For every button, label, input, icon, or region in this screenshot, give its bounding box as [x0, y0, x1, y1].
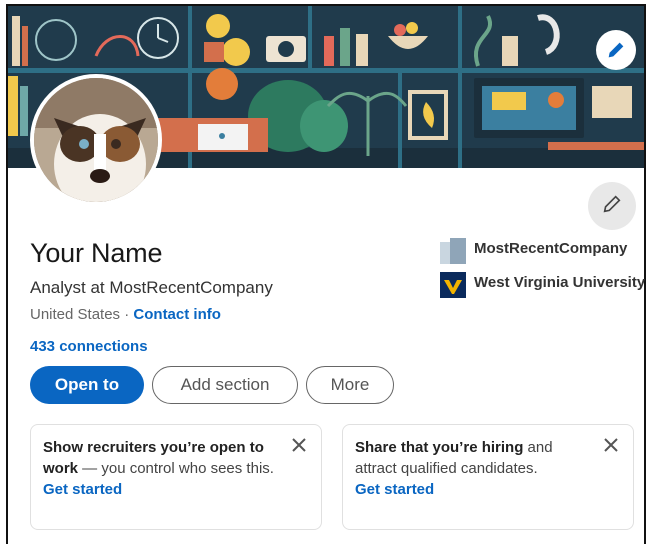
- pencil-icon: [605, 39, 627, 61]
- pencil-icon: [601, 193, 623, 220]
- school-name: West Virginia University: [474, 274, 646, 291]
- profile-photo[interactable]: [30, 74, 162, 206]
- edit-profile-button[interactable]: [588, 182, 636, 230]
- more-button[interactable]: More: [306, 366, 394, 404]
- education-school[interactable]: West Virginia University: [440, 272, 647, 298]
- get-started-link[interactable]: Get started: [355, 479, 595, 500]
- profile-name: Your Name: [30, 238, 163, 268]
- hiring-card: Share that you’re hiring and attract qua…: [342, 424, 634, 530]
- profile-card: Your Name Analyst at MostRecentCompany U…: [6, 4, 646, 544]
- profile-actions: Open to Add section More: [30, 366, 394, 404]
- location-text: United States: [30, 306, 121, 323]
- company-name: MostRecentCompany: [474, 240, 628, 257]
- open-to-button[interactable]: Open to: [30, 366, 144, 404]
- profile-location-line: United States · Contact info: [30, 306, 221, 323]
- current-company[interactable]: MostRecentCompany: [440, 238, 647, 264]
- add-section-button[interactable]: Add section: [152, 366, 298, 404]
- open-to-work-card: Show recruiters you’re open to work — yo…: [30, 424, 322, 530]
- get-started-link[interactable]: Get started: [43, 479, 283, 500]
- close-icon[interactable]: [289, 435, 309, 455]
- profile-headline: Analyst at MostRecentCompany: [30, 278, 273, 297]
- wvu-logo-icon: [440, 272, 466, 298]
- close-icon[interactable]: [601, 435, 621, 455]
- banner-edit-button[interactable]: [596, 30, 636, 70]
- company-logo-icon: [440, 238, 466, 264]
- connections-link[interactable]: 433 connections: [30, 338, 148, 355]
- profile-sidebar: MostRecentCompany West Virginia Universi…: [440, 238, 647, 306]
- promo-title: Share that you’re hiring: [355, 439, 524, 456]
- separator: ·: [120, 306, 134, 323]
- promo-text: — you control who sees this.: [78, 460, 274, 477]
- contact-info-link[interactable]: Contact info: [133, 306, 221, 323]
